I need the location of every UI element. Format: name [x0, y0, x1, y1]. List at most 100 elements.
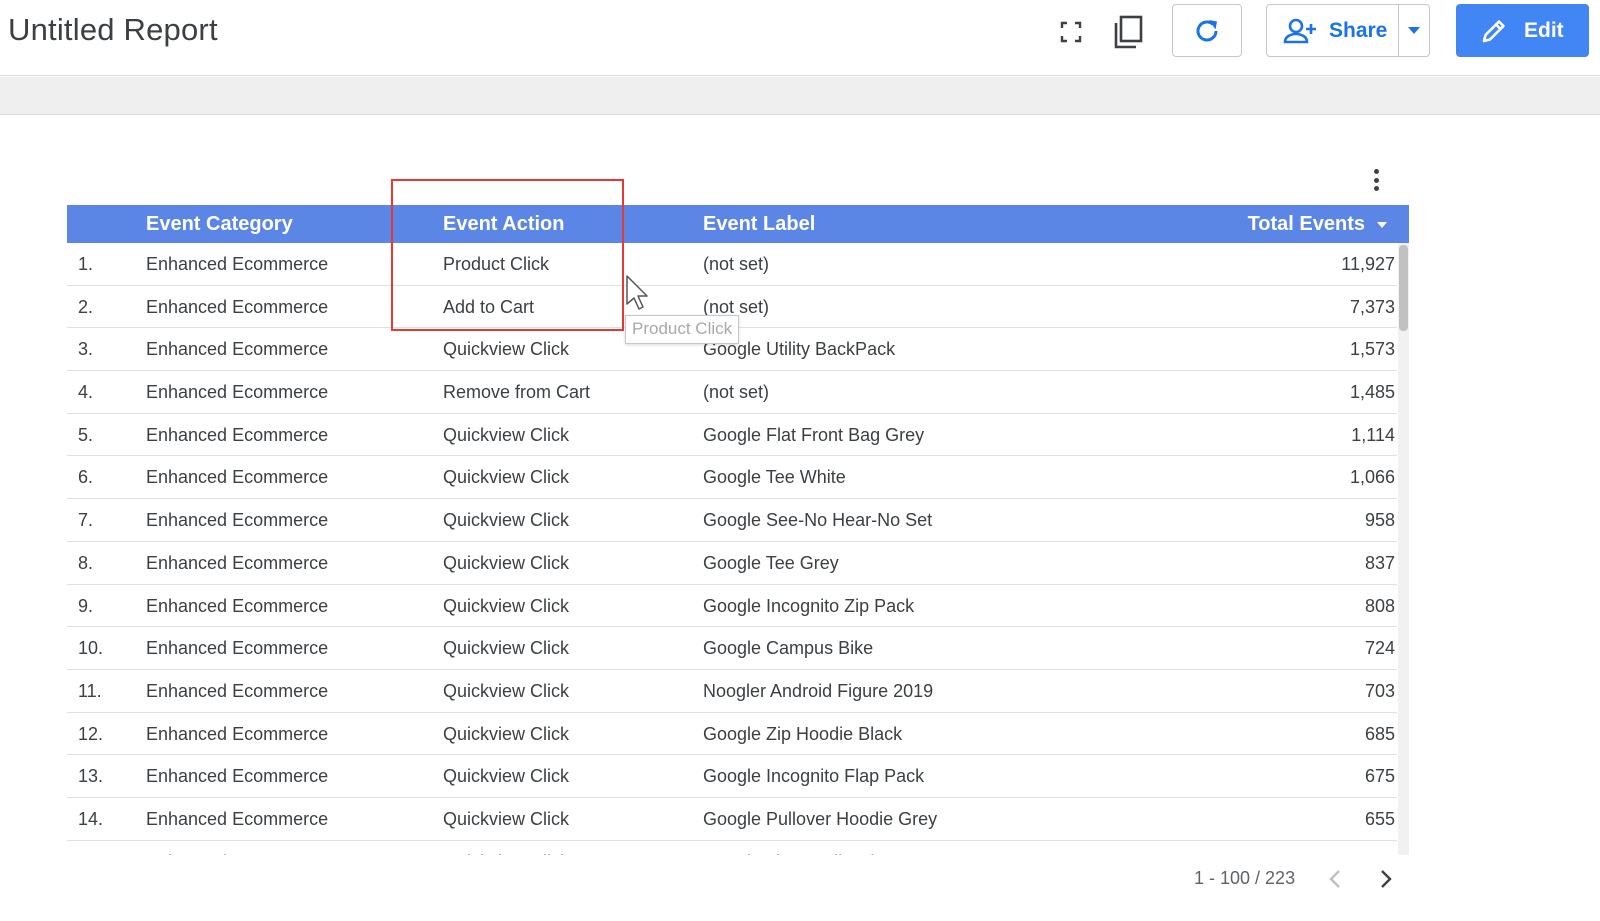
cell-event-label: Google Flat Front Bag Grey [703, 424, 925, 445]
cell-event-category: Enhanced Ecommerce [146, 595, 329, 616]
cell-event-action: Quickview Click [443, 723, 570, 744]
fullscreen-button[interactable] [1053, 14, 1089, 50]
cell-event-label: Google Incognito Flap Pack [703, 766, 925, 787]
column-header-event-action[interactable]: Event Action [443, 213, 565, 236]
cell-total-events: 7,373 [1349, 296, 1395, 317]
table-row[interactable]: 4. Enhanced Ecommerce Remove from Cart (not… [67, 371, 1397, 414]
cell-total-events: 571 [1365, 852, 1395, 855]
row-number: 6. [78, 467, 94, 488]
refresh-data-button[interactable] [1172, 4, 1242, 57]
row-number: 7. [78, 510, 94, 531]
cell-event-label: Google Incognito Zip Pack [703, 595, 915, 616]
row-number: 12. [78, 723, 104, 744]
cell-total-events: 1,066 [1349, 467, 1395, 488]
chevron-left-icon [1329, 870, 1340, 888]
scrollbar-thumb[interactable] [1399, 245, 1408, 331]
share-button[interactable]: Share [1267, 5, 1400, 56]
table-row[interactable]: 13. Enhanced Ecommerce Quickview Click Goog… [67, 755, 1397, 798]
report-header: Untitled Report Share Edit [0, 0, 1600, 76]
row-number: 5. [78, 424, 94, 445]
cell-total-events: 655 [1364, 808, 1395, 829]
table-row[interactable]: 8. Enhanced Ecommerce Quickview Click Googl… [67, 542, 1397, 585]
row-number: 4. [78, 382, 94, 403]
table-more-options-button[interactable] [1364, 166, 1388, 194]
cell-total-events: 703 [1364, 680, 1395, 701]
cell-event-category: Enhanced Ecommerce [146, 382, 329, 403]
sort-descending-icon [1377, 221, 1387, 228]
cell-event-label: Google Tee White [703, 467, 846, 488]
column-header-event-category[interactable]: Event Category [146, 213, 293, 236]
row-number: 1. [78, 254, 94, 274]
table-row[interactable]: 15. Enhanced Ecommerce Quickview Click Goog… [67, 841, 1397, 855]
copy-icon [1114, 15, 1143, 49]
row-number: 14. [78, 808, 104, 829]
cell-event-category: Enhanced Ecommerce [146, 723, 329, 744]
chevron-right-icon [1381, 870, 1392, 888]
cell-total-events: 958 [1364, 510, 1395, 531]
edit-button[interactable]: Edit [1456, 4, 1589, 57]
cell-event-action: Quickview Click [443, 766, 570, 787]
cell-total-events: 1,114 [1351, 424, 1395, 445]
table-row[interactable]: 14. Enhanced Ecommerce Quickview Click Goog… [67, 798, 1397, 841]
person-add-icon [1283, 18, 1316, 43]
cell-event-category: Enhanced Ecommerce [146, 852, 328, 855]
cell-event-action: Quickview Click [443, 852, 569, 855]
cell-event-action: Quickview Click [443, 595, 570, 616]
table-row[interactable]: 9. Enhanced Ecommerce Quickview Click Googl… [67, 585, 1397, 628]
table-row[interactable]: 1. Enhanced Ecommerce Product Click (not se… [67, 243, 1397, 286]
table-row[interactable]: 10. Enhanced Ecommerce Quickview Click Goog… [67, 627, 1397, 670]
cell-event-category: Enhanced Ecommerce [146, 467, 329, 488]
cell-total-events: 837 [1364, 552, 1395, 573]
filter-bar [0, 77, 1600, 115]
row-number: 13. [78, 766, 104, 787]
cell-total-events: 11,927 [1341, 254, 1395, 274]
cell-event-action: Quickview Click [443, 467, 570, 488]
cell-event-label: Google Pullover Hoodie Grey [703, 808, 938, 829]
row-number: 3. [78, 339, 94, 360]
previous-page-button[interactable] [1322, 866, 1348, 892]
share-label: Share [1329, 18, 1388, 42]
cell-event-category: Enhanced Ecommerce [146, 766, 329, 787]
row-number: 9. [78, 595, 94, 616]
mouse-pointer-icon [626, 275, 648, 310]
table-row[interactable]: 11. Enhanced Ecommerce Quickview Click Noog… [67, 670, 1397, 713]
cell-total-events: 808 [1364, 595, 1395, 616]
cell-event-action: Quickview Click [443, 638, 570, 659]
dropdown-caret-icon [1408, 26, 1421, 34]
cell-event-category: Enhanced Ecommerce [146, 424, 329, 445]
next-page-button[interactable] [1373, 866, 1399, 892]
table-header-row: Event Category Event Action Event Label … [67, 205, 1409, 243]
refresh-icon [1196, 19, 1218, 41]
cell-event-category: Enhanced Ecommerce [146, 680, 329, 701]
column-header-event-label[interactable]: Event Label [703, 213, 815, 236]
cell-event-category: Enhanced Ecommerce [146, 339, 329, 360]
table-row[interactable]: 6. Enhanced Ecommerce Quickview Click Googl… [67, 456, 1397, 500]
cell-total-events: 675 [1364, 766, 1395, 787]
row-number: 10. [78, 638, 104, 659]
cell-event-label: Google Zip Hoodie Black [703, 723, 903, 744]
cell-total-events: 724 [1364, 638, 1395, 659]
cell-event-action: Quickview Click [443, 424, 570, 445]
edit-label: Edit [1524, 18, 1564, 42]
column-header-total-events[interactable]: Total Events [1248, 213, 1387, 236]
table-scrollbar[interactable] [1398, 243, 1409, 855]
cell-event-action: Quickview Click [443, 808, 570, 829]
row-number: 11. [78, 680, 102, 701]
table-row[interactable]: 7. Enhanced Ecommerce Quickview Click Googl… [67, 499, 1397, 542]
cell-event-action: Quickview Click [443, 680, 570, 701]
cell-event-category: Enhanced Ecommerce [146, 552, 329, 573]
report-title[interactable]: Untitled Report [8, 12, 218, 48]
make-copy-button[interactable] [1110, 14, 1146, 50]
cell-event-label: Google Campus Bike [703, 638, 874, 659]
share-options-dropdown[interactable] [1399, 5, 1429, 56]
more-vert-icon [1373, 169, 1379, 174]
cell-event-label: (not set) [703, 254, 770, 274]
table-row[interactable]: 12. Enhanced Ecommerce Quickview Click Goog… [67, 713, 1397, 756]
cell-event-action: Product Click [443, 254, 550, 274]
fullscreen-icon [1060, 21, 1082, 43]
cell-event-action: Add to Cart [443, 296, 535, 317]
cell-event-category: Enhanced Ecommerce [146, 808, 329, 829]
cell-event-category: Enhanced Ecommerce [146, 296, 329, 317]
cell-event-label: Noogler Android Figure 2019 [703, 680, 934, 701]
table-row[interactable]: 5. Enhanced Ecommerce Quickview Click Googl… [67, 414, 1397, 457]
